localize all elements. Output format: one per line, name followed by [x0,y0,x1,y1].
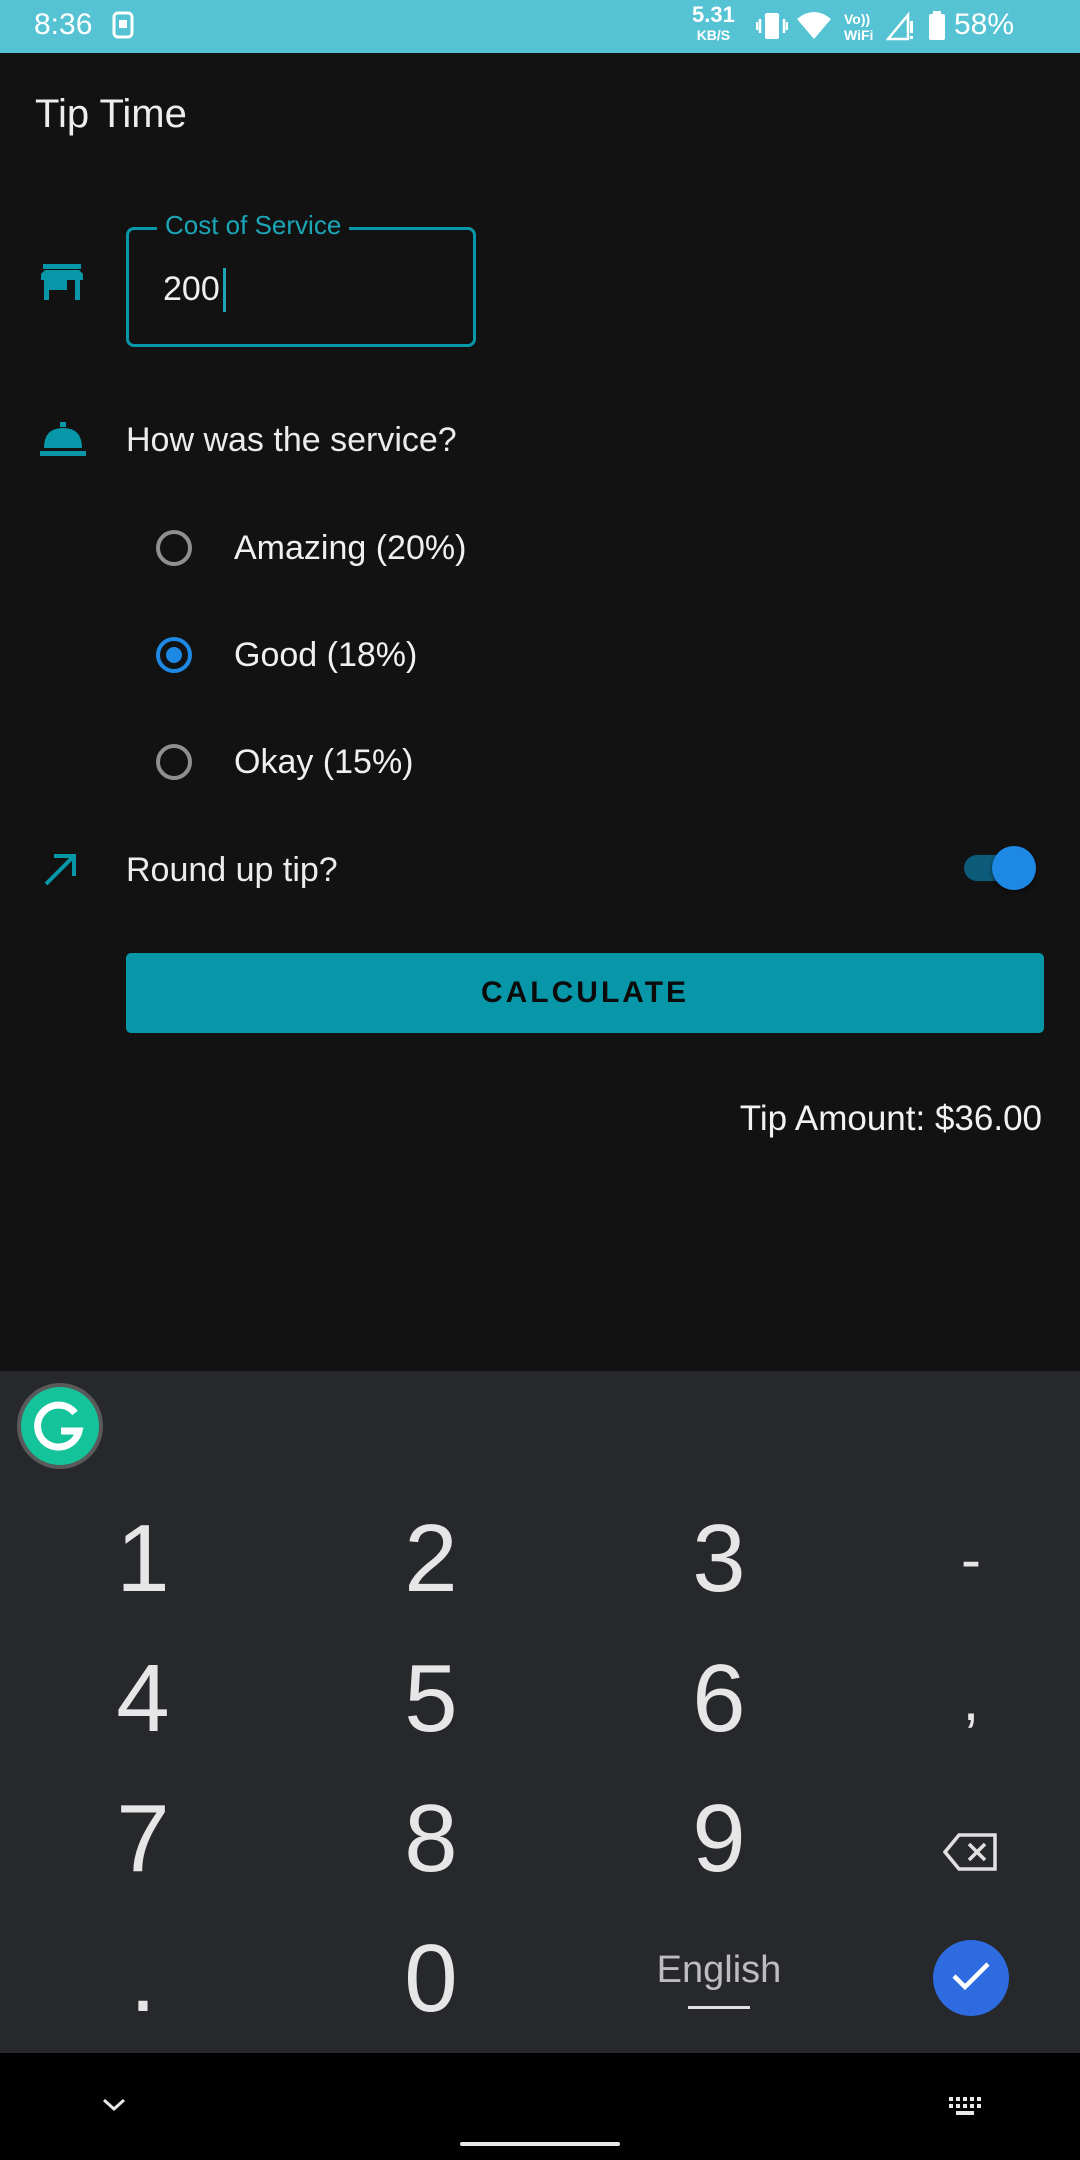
text-cursor [223,268,226,312]
signal-icon [885,11,914,46]
enter-key[interactable] [933,1940,1009,2016]
app-title: Tip Time [35,92,187,136]
svg-text:Vo)): Vo)) [844,11,870,27]
battery-icon [928,11,946,46]
backspace-icon [942,1784,999,1894]
status-time: 8:36 [34,8,93,41]
round-up-label: Round up tip? [126,851,338,889]
radio-label: Amazing (20%) [234,528,467,567]
key-8[interactable]: 8 [341,1774,521,1904]
vibrate-icon [755,11,789,46]
status-bar: 8:36 5.31 KB/S Vo)) WiFi 58% [0,0,1080,53]
service-question: How was the service? [126,421,457,459]
cost-of-service-label: Cost of Service [157,210,350,241]
keyboard-switch-icon[interactable] [948,2096,984,2123]
radio-button-selected[interactable] [156,637,192,673]
volte-wifi-icon: Vo)) WiFi [842,10,878,47]
grammarly-icon[interactable] [17,1383,103,1469]
key-5[interactable]: 5 [341,1634,521,1764]
radio-button[interactable] [156,744,192,780]
battery-percent: 58% [954,8,1015,41]
language-key[interactable]: English [629,1914,809,2044]
speed-unit: KB/S [696,27,731,43]
speed-value: 5.31 [692,2,735,27]
key-6[interactable]: 6 [629,1634,809,1764]
calculate-button[interactable]: CALCULATE [126,953,1044,1033]
key-comma[interactable]: , [881,1634,1061,1764]
room-service-icon [40,420,86,463]
store-icon [40,262,84,307]
radio-option-okay[interactable]: Okay (15%) [156,732,414,792]
radio-label: Okay (15%) [234,742,414,781]
radio-option-amazing[interactable]: Amazing (20%) [156,518,466,578]
key-9[interactable]: 9 [629,1774,809,1904]
key-minus[interactable]: - [881,1494,1061,1624]
backspace-key[interactable] [881,1774,1061,1904]
checkmark-icon [951,1961,991,1996]
hide-keyboard-chevron-icon[interactable] [100,2095,128,2120]
switch-thumb [992,846,1036,890]
svg-text:WiFi: WiFi [844,27,873,42]
wifi-icon [796,11,832,46]
key-7[interactable]: 7 [53,1774,233,1904]
radio-option-good[interactable]: Good (18%) [156,625,417,685]
key-1[interactable]: 1 [53,1494,233,1624]
key-2[interactable]: 2 [341,1494,521,1624]
radio-button[interactable] [156,530,192,566]
network-speed: 5.31 KB/S [692,2,735,45]
radio-label: Good (18%) [234,635,418,674]
key-period[interactable]: . [53,1914,233,2044]
language-underline [688,2006,750,2009]
sim-icon [112,11,134,44]
language-label: English [656,1949,782,1991]
key-3[interactable]: 3 [629,1494,809,1624]
key-4[interactable]: 4 [53,1634,233,1764]
tip-amount: Tip Amount: $36.00 [739,1099,1042,1138]
cost-of-service-input[interactable]: Cost of Service 200 [126,210,476,347]
round-up-arrow-icon [40,850,80,895]
home-gesture-handle[interactable] [460,2142,620,2146]
key-0[interactable]: 0 [341,1914,521,2044]
round-up-switch[interactable] [964,846,1036,890]
cost-of-service-value[interactable]: 200 [163,270,220,309]
